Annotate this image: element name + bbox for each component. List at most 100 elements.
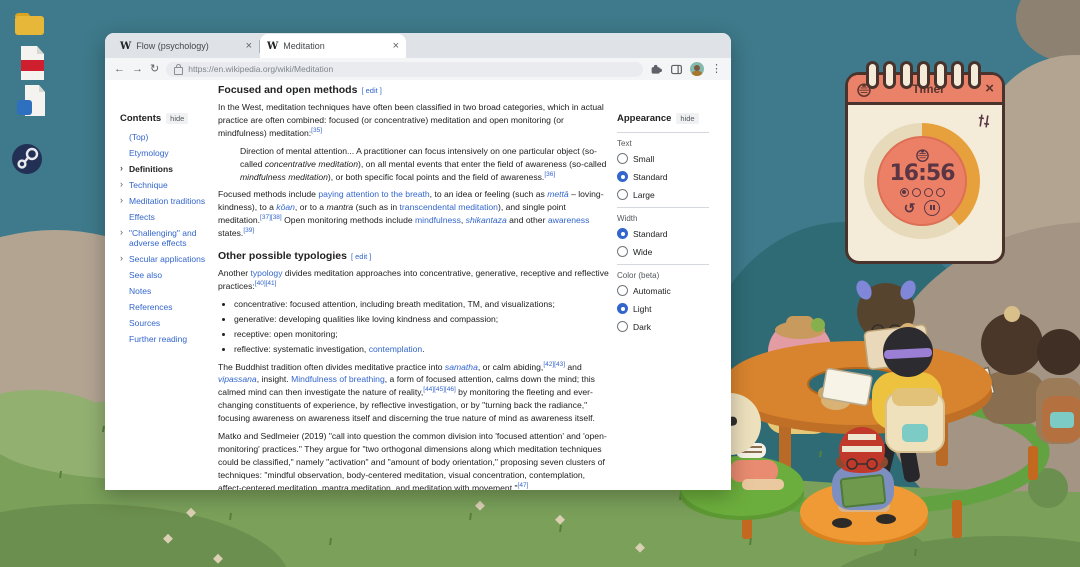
timer-settings-sliders-icon[interactable] (975, 112, 993, 130)
reload-icon[interactable]: ↻ (150, 64, 159, 75)
character-right-edge (1036, 329, 1080, 444)
tab-flow-psychology[interactable]: W Flow (psychology) × (113, 34, 259, 58)
radio-text-standard[interactable]: Standard (617, 171, 709, 182)
toc-item-sources[interactable]: Sources (120, 318, 216, 328)
wiki-link[interactable]: typology (251, 268, 283, 278)
paragraph: Another typology divides meditation appr… (218, 267, 610, 293)
reference-link[interactable]: [42][43] (543, 361, 565, 368)
reference-link[interactable]: [40][41] (255, 280, 277, 287)
back-icon[interactable]: ← (114, 64, 125, 75)
timer-reset-button[interactable]: ↺ (904, 201, 916, 215)
wiki-link[interactable]: Mindfulness of breathing (291, 374, 385, 384)
section-heading: Other possible typologies[ edit ] (218, 250, 610, 262)
wiki-link[interactable]: paying attention to the breath (318, 189, 429, 199)
timer-pause-button[interactable] (924, 200, 940, 216)
side-panel-icon[interactable] (670, 63, 683, 76)
desktop-icon-document-red[interactable] (17, 44, 47, 87)
contents-hide-button[interactable]: hide (166, 113, 188, 124)
radio-width-wide[interactable]: Wide (617, 246, 709, 257)
appearance-width-section: Width Standard Wide (617, 207, 709, 257)
address-bar[interactable]: https://en.wikipedia.org/wiki/Meditation (166, 62, 643, 77)
tab-close-icon[interactable]: × (246, 41, 252, 52)
radio-text-small[interactable]: Small (617, 153, 709, 164)
binder-ring (951, 61, 964, 89)
laptop-white (822, 368, 873, 406)
text-segment: mindfulness meditation (240, 172, 328, 182)
reference-link[interactable]: [36] (544, 171, 555, 178)
toc-item-notes[interactable]: Notes (120, 286, 216, 296)
text-segment: ), or both specific focal points and the… (328, 172, 544, 182)
paragraph: In the West, meditation techniques have … (218, 101, 610, 140)
desktop-icon-document-blue[interactable] (15, 84, 48, 123)
radio-icon (617, 171, 628, 182)
tab-meditation[interactable]: W Meditation × (260, 34, 406, 58)
extensions-icon[interactable] (650, 63, 663, 76)
reference-link[interactable]: [37][38] (260, 214, 282, 221)
wiki-link[interactable]: mettā (547, 189, 569, 199)
reference-link[interactable]: [47] (518, 482, 529, 489)
character-girl-laptop (853, 278, 918, 372)
reference-link[interactable]: [35] (311, 127, 322, 134)
reference-link[interactable]: [44][45][46] (423, 386, 456, 393)
text-segment: , or calm abiding, (478, 362, 543, 372)
radio-icon (617, 321, 628, 332)
tomato-icon (915, 147, 930, 162)
toc-item-meditation-traditions[interactable]: ›Meditation traditions (120, 196, 216, 206)
toc-item-see-also[interactable]: See also (120, 270, 216, 280)
reference-link[interactable]: [39] (243, 227, 254, 234)
tab-close-icon[interactable]: × (393, 41, 399, 52)
desktop-icon-steam[interactable] (10, 142, 44, 181)
appearance-title: Appearance (617, 113, 671, 124)
text-segment: and (565, 362, 582, 372)
toc-item-etymology[interactable]: Etymology (120, 148, 216, 158)
profile-avatar[interactable] (690, 62, 704, 76)
paragraph: The Buddhist tradition often divides med… (218, 361, 610, 426)
radio-color-light[interactable]: Light (617, 303, 709, 314)
timer-close-icon[interactable]: × (985, 81, 994, 96)
edit-link[interactable]: [ edit ] (361, 86, 381, 95)
wiki-link[interactable]: kōan (276, 202, 295, 212)
toc-item-references[interactable]: References (120, 302, 216, 312)
timer-widget: Timer × 16:56 (845, 72, 1005, 264)
list-item: concentrative: focused attention, includ… (234, 298, 610, 311)
toc-item-definitions[interactable]: ›Definitions (120, 164, 216, 174)
edit-link[interactable]: [ edit ] (351, 252, 371, 261)
text-segment: , or to a (295, 202, 327, 212)
list-item: receptive: open monitoring; (234, 328, 610, 341)
session-dot (924, 188, 933, 197)
wiki-link[interactable]: mindfulness (415, 215, 461, 225)
wiki-link[interactable]: shikantaza (466, 215, 507, 225)
radio-width-standard[interactable]: Standard (617, 228, 709, 239)
wikipedia-favicon: W (267, 41, 278, 52)
wiki-link[interactable]: awareness (548, 215, 590, 225)
toc-item-further-reading[interactable]: Further reading (120, 334, 216, 344)
wiki-link[interactable]: samatha (445, 362, 478, 372)
browser-toolbar: ← → ↻ https://en.wikipedia.org/wiki/Medi… (105, 58, 731, 80)
text-segment: In the West, meditation techniques have … (218, 102, 604, 138)
wiki-link[interactable]: vipassana (218, 374, 257, 384)
radio-icon (617, 285, 628, 296)
toc-item-secular-applications[interactable]: ›Secular applications (120, 254, 216, 264)
timer-time: 16:56 (889, 163, 954, 185)
appearance-hide-button[interactable]: hide (676, 113, 698, 124)
wiki-link[interactable]: contemplation (369, 344, 423, 354)
desktop-icon-folder[interactable] (12, 8, 46, 43)
toc-item-challenging[interactable]: ›"Challenging" and adverse effects (120, 228, 216, 248)
wiki-link[interactable]: transcendental meditation (400, 202, 498, 212)
url-text: https://en.wikipedia.org/wiki/Meditation (188, 64, 333, 74)
menu-kebab-icon[interactable]: ⋮ (711, 64, 722, 75)
binder-ring (917, 61, 930, 89)
character-pink-hair (745, 316, 852, 434)
radio-text-large[interactable]: Large (617, 189, 709, 200)
list-item: reflective: systematic investigation, co… (234, 343, 610, 356)
radio-color-automatic[interactable]: Automatic (617, 285, 709, 296)
rock-right (880, 222, 1080, 558)
toc-item-technique[interactable]: ›Technique (120, 180, 216, 190)
bush-teal (695, 222, 995, 567)
forward-icon[interactable]: → (132, 64, 143, 75)
desktop: W Flow (psychology) × W Meditation × ← →… (0, 0, 1080, 567)
toc-item-top[interactable]: (Top) (120, 132, 216, 142)
radio-color-dark[interactable]: Dark (617, 321, 709, 332)
toc-item-effects[interactable]: Effects (120, 212, 216, 222)
text-segment: ), on all mental events that enter the f… (358, 159, 606, 169)
